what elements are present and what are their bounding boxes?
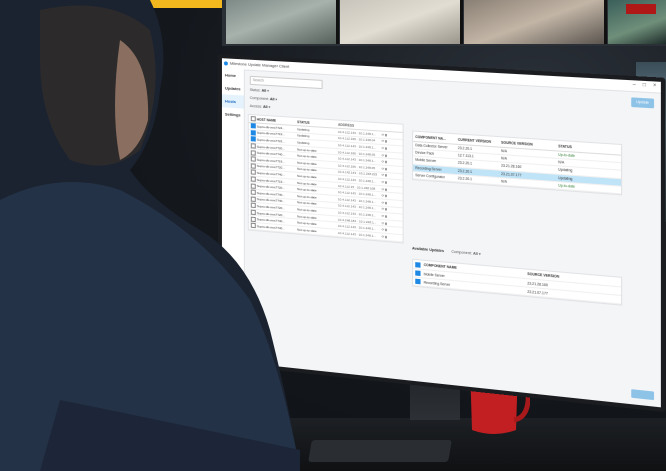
delete-icon[interactable]: ▮ <box>384 194 387 198</box>
row-checkbox[interactable] <box>414 270 421 276</box>
row-checkbox[interactable] <box>414 278 421 285</box>
available-component-value: All <box>472 251 478 257</box>
current-version: 23.2.20.1 <box>457 175 473 182</box>
row-actions: ⟳ ▮ <box>382 221 399 226</box>
delete-icon[interactable]: ▮ <box>384 139 387 143</box>
photo-scene: Milestone Update Manager Client – □ × Ho… <box>0 0 666 471</box>
available-component-label: Component: <box>451 249 472 256</box>
row-actions: ⟳ ▮ <box>382 173 399 178</box>
row-actions: ⟳ ▮ <box>382 234 399 240</box>
delete-icon[interactable]: ▮ <box>384 180 387 184</box>
status-column[interactable]: STATUS <box>297 120 338 127</box>
maximize-icon[interactable]: □ <box>643 82 646 89</box>
component-name: Server Configurator <box>415 172 445 180</box>
available-updates-table: COMPONENT NAME SOURCE VERSION Mobile Ser… <box>412 258 623 306</box>
address-column[interactable]: ADDRESS <box>338 122 382 129</box>
delete-icon[interactable]: ▮ <box>384 153 387 157</box>
source-version-column[interactable]: SOURCE VERSION <box>501 140 558 148</box>
keyboard <box>308 440 452 462</box>
minimize-icon[interactable]: – <box>633 81 636 88</box>
close-icon[interactable]: × <box>653 82 656 89</box>
delete-icon[interactable]: ▮ <box>384 234 387 238</box>
delete-icon[interactable]: ▮ <box>384 146 387 150</box>
update-button[interactable]: Update <box>631 97 655 109</box>
delete-icon[interactable]: ▮ <box>384 167 387 171</box>
component-table: COMPONENT NA... CURRENT VERSION SOURCE V… <box>412 130 623 196</box>
person-silhouette <box>0 0 300 471</box>
delete-icon[interactable]: ▮ <box>384 214 387 218</box>
row-actions: ⟳ ▮ <box>382 139 399 144</box>
component-status-column[interactable]: STATUS <box>558 144 621 152</box>
row-actions: ⟳ ▮ <box>382 146 399 151</box>
current-version-column[interactable]: CURRENT VERSION <box>458 137 501 144</box>
row-checkbox-cell <box>413 278 421 285</box>
delete-icon[interactable]: ▮ <box>384 221 387 225</box>
apply-button[interactable] <box>631 389 655 401</box>
row-actions: ⟳ ▮ <box>382 193 399 198</box>
row-actions: ⟳ ▮ <box>382 227 399 232</box>
camera-feed-2 <box>340 0 463 44</box>
available-component-filter[interactable]: Component: All ▾ <box>451 250 480 257</box>
delete-icon[interactable]: ▮ <box>384 133 387 137</box>
camera-feed-3 <box>464 0 607 44</box>
delete-icon[interactable]: ▮ <box>384 207 387 211</box>
delete-icon[interactable]: ▮ <box>384 187 387 191</box>
delete-icon[interactable]: ▮ <box>384 228 387 232</box>
host-status: Not up-to-date <box>297 227 317 233</box>
camera-red-object <box>626 4 656 14</box>
select-all-updates-checkbox[interactable] <box>414 261 421 268</box>
component-name-column[interactable]: COMPONENT NA... <box>413 134 458 141</box>
row-actions: ⟳ ▮ <box>382 187 399 192</box>
delete-icon[interactable]: ▮ <box>384 160 387 164</box>
available-updates-title: Available Updates <box>412 246 444 254</box>
delete-icon[interactable]: ▮ <box>384 173 387 177</box>
row-actions: ⟳ ▮ <box>382 200 399 205</box>
row-actions: ⟳ ▮ <box>382 180 399 185</box>
row-actions: ⟳ ▮ <box>382 160 399 165</box>
row-checkbox-cell <box>413 270 421 276</box>
available-updates-header: Available Updates Component: All ▾ <box>412 246 481 256</box>
delete-icon[interactable]: ▮ <box>384 200 387 205</box>
row-actions: ⟳ ▮ <box>382 207 399 212</box>
row-actions: ⟳ ▮ <box>382 166 399 171</box>
row-actions: ⟳ ▮ <box>382 153 399 158</box>
row-actions: ⟳ ▮ <box>382 214 399 219</box>
row-actions: ⟳ ▮ <box>382 132 399 137</box>
